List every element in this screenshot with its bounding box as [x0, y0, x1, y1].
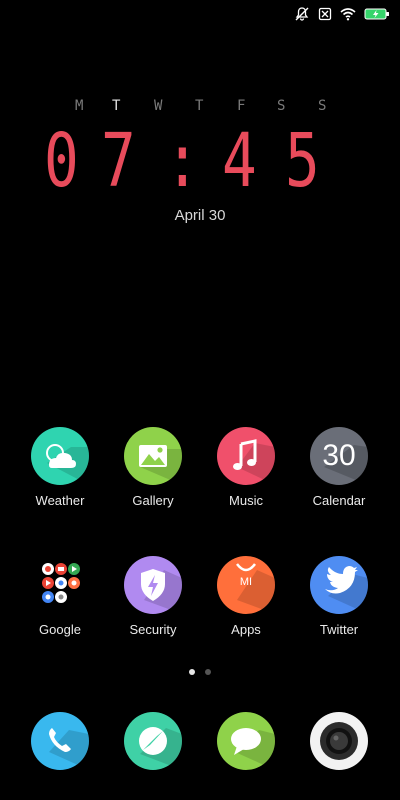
app-weather[interactable]: Weather — [14, 427, 106, 537]
app-calendar[interactable]: 30 Calendar — [293, 427, 385, 537]
dock-browser[interactable] — [107, 712, 199, 782]
gallery-icon — [124, 427, 182, 485]
clock-widget[interactable]: 0 7 : 4 5 — [0, 118, 400, 208]
clock-minute-ones: 5 — [285, 118, 320, 204]
app-apps[interactable]: MI Apps — [200, 556, 292, 666]
camera-icon — [310, 712, 368, 770]
notifications-off-icon — [295, 7, 309, 21]
twitter-icon — [310, 556, 368, 614]
weekday-wed: W — [154, 98, 163, 114]
app-label: Google — [39, 622, 81, 637]
weekday-sun: S — [318, 98, 327, 114]
app-gallery[interactable]: Gallery — [107, 427, 199, 537]
clock-hour-ones: 7 — [101, 118, 136, 204]
security-icon — [124, 556, 182, 614]
apps-icon: MI — [217, 556, 275, 614]
google-folder-icon — [31, 556, 89, 614]
apps-icon-text: MI — [239, 576, 253, 588]
browser-icon — [124, 712, 182, 770]
weekday-tue: T — [112, 98, 121, 114]
dock — [0, 712, 400, 772]
weekday-fri: F — [237, 98, 246, 114]
messages-icon — [217, 712, 275, 770]
page-dot-2[interactable] — [205, 669, 211, 675]
calendar-day-number: 30 — [322, 439, 356, 472]
weekday-sat: S — [277, 98, 286, 114]
phone-icon — [31, 712, 89, 770]
app-twitter[interactable]: Twitter — [293, 556, 385, 666]
music-icon — [217, 427, 275, 485]
app-google-folder[interactable]: Google — [14, 556, 106, 666]
page-dot-1[interactable] — [189, 669, 195, 675]
battery-charging-icon — [364, 8, 389, 20]
app-label: Twitter — [319, 622, 359, 637]
status-bar — [0, 0, 400, 28]
app-label: Security — [129, 622, 177, 637]
page-indicator[interactable] — [0, 669, 400, 679]
wifi-icon — [340, 8, 356, 21]
clock-colon: : — [165, 118, 200, 204]
date-label: April 30 — [174, 207, 226, 224]
app-label: Gallery — [132, 493, 174, 508]
weekday-mon: M — [75, 98, 84, 114]
weekday-thu: T — [195, 98, 204, 114]
dock-messages[interactable] — [200, 712, 292, 782]
weather-icon — [31, 427, 89, 485]
no-sim-icon — [318, 7, 332, 21]
app-music[interactable]: Music — [200, 427, 292, 537]
app-security[interactable]: Security — [107, 556, 199, 666]
clock-minute-tens: 4 — [222, 118, 257, 204]
app-label: Weather — [35, 493, 85, 508]
calendar-icon: 30 — [310, 427, 368, 485]
weekday-strip: M T W T F S S — [0, 98, 400, 114]
dock-camera[interactable] — [293, 712, 385, 782]
app-label: Music — [229, 493, 263, 508]
app-label: Apps — [231, 622, 261, 637]
dock-phone[interactable] — [14, 712, 106, 782]
app-label: Calendar — [312, 493, 366, 508]
clock-hour-tens: 0 — [44, 118, 79, 204]
